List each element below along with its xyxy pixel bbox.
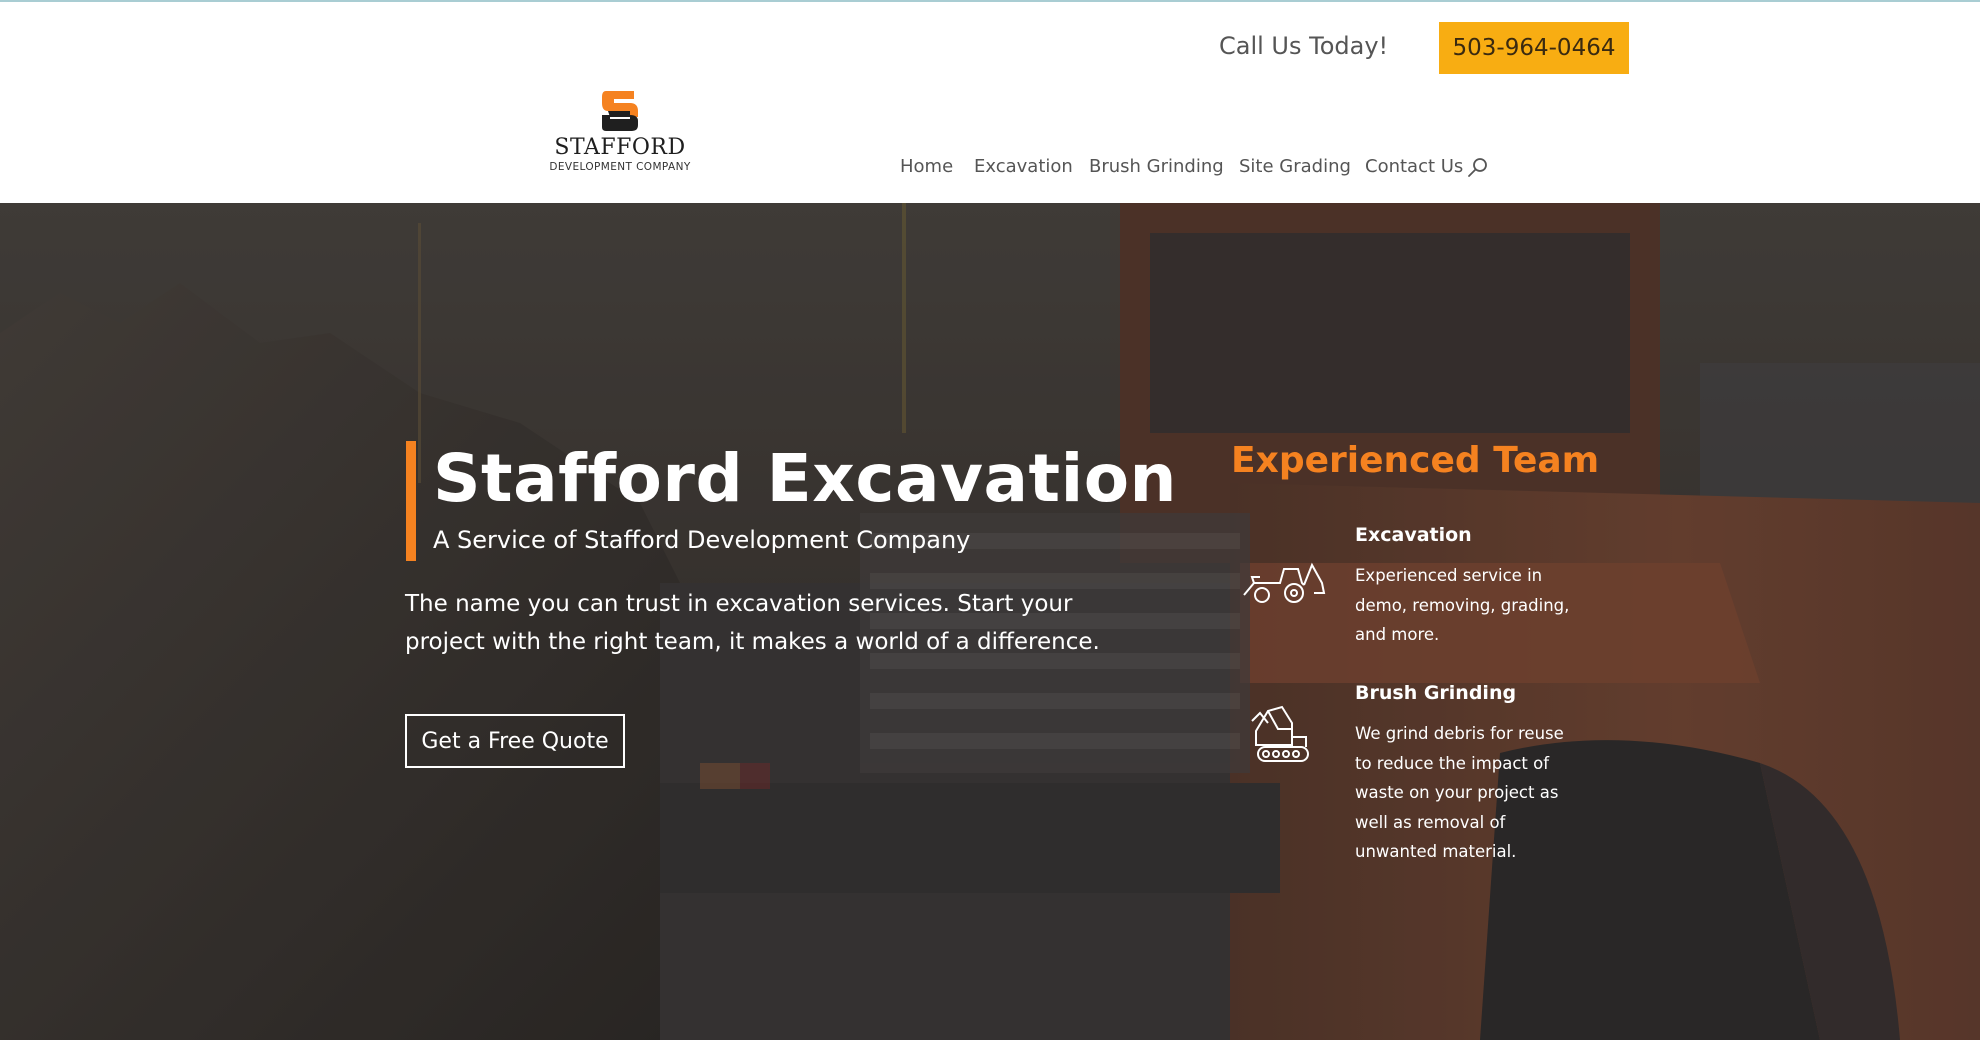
title-accent-bar — [406, 441, 416, 561]
service-text-excavation: Experienced service in demo, removing, g… — [1355, 566, 1570, 644]
nav-item-site-grading[interactable]: Site Grading — [1239, 156, 1351, 177]
hero-title: Stafford Excavation — [433, 440, 1178, 517]
logo-subtitle: DEVELOPMENT COMPANY — [549, 161, 691, 173]
team-title: Experienced Team — [1231, 440, 1600, 481]
call-us-text: Call Us Today! — [1219, 32, 1389, 60]
hero-subtitle: A Service of Stafford Development Compan… — [433, 526, 971, 554]
service-text-brush-grinding: We grind debris for reuse to reduce the … — [1355, 724, 1564, 861]
service-heading-excavation: Excavation — [1355, 524, 1472, 546]
nav-item-contact-us[interactable]: Contact Us — [1365, 156, 1463, 177]
hero-section: Stafford Excavation A Service of Staffor… — [0, 203, 1980, 1040]
hero-description: The name you can trust in excavation ser… — [405, 591, 1100, 655]
logo-s-mark-icon — [602, 91, 638, 131]
service-heading-brush-grinding: Brush Grinding — [1355, 682, 1517, 704]
nav-item-home[interactable]: Home — [900, 156, 953, 177]
excavator-icon — [1251, 705, 1309, 762]
nav-item-brush-grinding[interactable]: Brush Grinding — [1089, 156, 1224, 177]
phone-button[interactable]: 503-964-0464 — [1439, 22, 1629, 74]
logo[interactable]: STAFFORD DEVELOPMENT COMPANY — [544, 85, 696, 177]
site-header: Call Us Today! 503-964-0464 STAFFORD DEV… — [0, 2, 1980, 203]
loader-tractor-icon — [1243, 562, 1326, 603]
logo-name: STAFFORD — [554, 135, 686, 160]
nav-item-excavation[interactable]: Excavation — [974, 156, 1073, 177]
free-quote-button[interactable]: Get a Free Quote — [405, 714, 625, 768]
search-icon[interactable] — [1466, 156, 1490, 180]
